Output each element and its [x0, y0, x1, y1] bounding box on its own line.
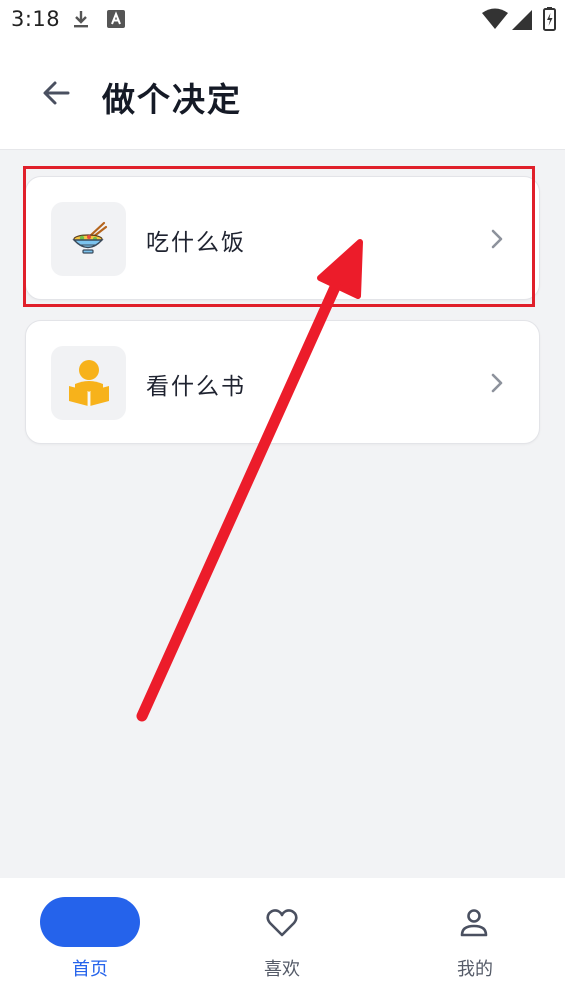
nav-profile-label: 我的: [457, 959, 493, 980]
nav-home[interactable]: 首页: [0, 878, 188, 1004]
page-title: 做个决定: [102, 80, 242, 119]
card-label: 吃什么饭: [146, 230, 246, 256]
card-label: 看什么书: [146, 374, 246, 400]
nav-home-label: 首页: [72, 959, 108, 980]
card-read-what[interactable]: 看什么书: [25, 320, 540, 444]
a-notification-icon: [107, 10, 125, 28]
app-bar: 做个决定: [0, 40, 565, 150]
nav-profile[interactable]: 我的: [377, 878, 565, 1004]
card-icon-container: [51, 202, 126, 276]
wifi-icon: [482, 8, 508, 29]
arrow-left-icon: [43, 81, 70, 105]
annotation-arrow: [136, 239, 363, 722]
card-icon-container: [51, 346, 126, 420]
download-icon: [74, 11, 88, 28]
nav-favorites[interactable]: 喜欢: [188, 878, 376, 1004]
signal-icon: [512, 10, 532, 30]
person-reading-icon: [68, 360, 109, 406]
status-time: 3:18: [11, 7, 61, 31]
heart-icon: [266, 909, 298, 937]
user-icon: [460, 909, 488, 937]
chevron-right-icon: [491, 373, 503, 393]
status-bar: 3:18: [0, 0, 565, 40]
chevron-right-icon: [491, 229, 503, 249]
back-button[interactable]: [36, 73, 76, 113]
home-pill: [40, 897, 140, 947]
card-eat-what[interactable]: 吃什么饭: [25, 176, 540, 300]
noodle-bowl-icon: [71, 221, 107, 254]
bottom-navigation: 首页 喜欢 我的: [0, 878, 565, 1004]
battery-icon: [543, 7, 556, 31]
nav-favorites-label: 喜欢: [264, 959, 300, 980]
